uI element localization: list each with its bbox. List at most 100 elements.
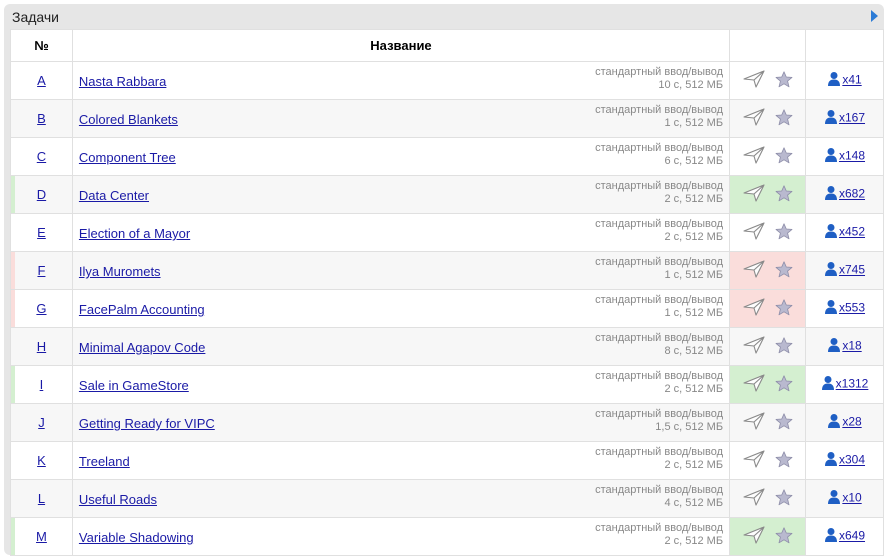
time-memory-limits: 1 с, 512 МБ: [664, 269, 724, 281]
paper-plane-icon[interactable]: [742, 146, 765, 167]
io-mode: стандартный ввод/вывод: [595, 256, 724, 268]
star-icon[interactable]: [775, 412, 793, 433]
problem-actions-cell: [729, 99, 807, 138]
problem-name-link[interactable]: Sale in GameStore: [79, 378, 189, 393]
star-icon[interactable]: [775, 108, 793, 129]
io-mode: стандартный ввод/вывод: [595, 408, 724, 420]
problem-index-link[interactable]: F: [37, 263, 45, 278]
problem-name-cell: FacePalm Accounting стандартный ввод/выво…: [71, 289, 731, 328]
paper-plane-icon[interactable]: [742, 222, 765, 243]
problem-name-link[interactable]: Treeland: [79, 454, 130, 469]
solved-count-link[interactable]: x682: [839, 187, 865, 201]
solved-count-link[interactable]: x148: [839, 149, 865, 163]
problems-panel: Задачи № Название A Nasta Rabbara стандарт…: [4, 4, 884, 556]
solved-count-cell: x649: [805, 517, 884, 556]
io-mode: стандартный ввод/вывод: [595, 294, 724, 306]
star-icon[interactable]: [775, 336, 793, 357]
problem-name-link[interactable]: Variable Shadowing: [79, 530, 194, 545]
time-memory-limits: 8 с, 512 МБ: [664, 345, 724, 357]
problem-name-link[interactable]: Nasta Rabbara: [79, 74, 166, 89]
solved-count-link[interactable]: x28: [842, 415, 861, 429]
problem-index-link[interactable]: C: [37, 149, 46, 164]
problem-limits: стандартный ввод/вывод 1,5 с, 512 МБ: [595, 408, 723, 434]
problem-index-link[interactable]: M: [36, 529, 47, 544]
solved-count-link[interactable]: x167: [839, 111, 865, 125]
problem-name-link[interactable]: Getting Ready for VIPC: [79, 416, 215, 431]
paper-plane-icon[interactable]: [742, 488, 765, 509]
star-icon[interactable]: [775, 526, 793, 547]
problem-index-cell: H: [10, 327, 73, 366]
star-icon[interactable]: [775, 450, 793, 471]
user-icon: [824, 147, 838, 166]
solved-count-cell: x553: [805, 289, 884, 328]
paper-plane-icon[interactable]: [742, 336, 765, 357]
problem-name-link[interactable]: Colored Blankets: [79, 112, 178, 127]
problem-index-link[interactable]: D: [37, 187, 46, 202]
problem-index-cell: D: [10, 175, 73, 214]
paper-plane-icon[interactable]: [742, 374, 765, 395]
problem-name-link[interactable]: Ilya Muromets: [79, 264, 161, 279]
io-mode: стандартный ввод/вывод: [595, 446, 724, 458]
star-icon[interactable]: [775, 298, 793, 319]
solved-count-link[interactable]: x649: [839, 529, 865, 543]
table-row: D Data Center стандартный ввод/вывод 2 с, 5…: [10, 175, 884, 214]
star-icon[interactable]: [775, 488, 793, 509]
paper-plane-icon[interactable]: [742, 412, 765, 433]
paper-plane-icon[interactable]: [742, 108, 765, 129]
problem-index-link[interactable]: G: [36, 301, 46, 316]
star-icon[interactable]: [775, 184, 793, 205]
problem-limits: стандартный ввод/вывод 4 с, 512 МБ: [595, 484, 723, 510]
problem-name-link[interactable]: Useful Roads: [79, 492, 157, 507]
table-row: B Colored Blankets стандартный ввод/вывод 1…: [10, 99, 884, 138]
io-mode: стандартный ввод/вывод: [595, 484, 724, 496]
table-row: K Treeland стандартный ввод/вывод 2 с, 512 …: [10, 441, 884, 480]
table-header: № Название: [10, 29, 884, 62]
paper-plane-icon[interactable]: [742, 260, 765, 281]
problem-index-link[interactable]: I: [40, 377, 44, 392]
problem-name-link[interactable]: Election of a Mayor: [79, 226, 190, 241]
column-header-number: №: [10, 29, 73, 62]
table-row: E Election of a Mayor стандартный ввод/выв…: [10, 213, 884, 252]
problem-index-link[interactable]: K: [37, 453, 46, 468]
star-icon[interactable]: [775, 222, 793, 243]
time-memory-limits: 1 с, 512 МБ: [664, 117, 724, 129]
problem-name-link[interactable]: Minimal Agapov Code: [79, 340, 205, 355]
problem-index-link[interactable]: H: [37, 339, 46, 354]
solved-count-link[interactable]: x745: [839, 263, 865, 277]
panel-title: Задачи: [12, 9, 60, 25]
problem-name-link[interactable]: Data Center: [79, 188, 149, 203]
paper-plane-icon[interactable]: [742, 184, 765, 205]
paper-plane-icon[interactable]: [742, 450, 765, 471]
solved-count-link[interactable]: x10: [842, 491, 861, 505]
time-memory-limits: 10 с, 512 МБ: [658, 79, 724, 91]
solved-count-link[interactable]: x452: [839, 225, 865, 239]
solved-count-link[interactable]: x304: [839, 453, 865, 467]
problem-index-cell: G: [10, 289, 73, 328]
paper-plane-icon[interactable]: [742, 70, 765, 91]
problem-actions-cell: [729, 365, 807, 404]
problem-name-link[interactable]: Component Tree: [79, 150, 176, 165]
solved-count-link[interactable]: x553: [839, 301, 865, 315]
paper-plane-icon[interactable]: [742, 298, 765, 319]
column-header-actions: [729, 29, 807, 62]
star-icon[interactable]: [775, 374, 793, 395]
solved-count-cell: x28: [805, 403, 884, 442]
star-icon[interactable]: [775, 260, 793, 281]
problem-index-link[interactable]: L: [38, 491, 45, 506]
user-icon: [827, 337, 841, 356]
star-icon[interactable]: [775, 70, 793, 91]
solved-count-link[interactable]: x1312: [836, 377, 869, 391]
solved-count-link[interactable]: x41: [842, 73, 861, 87]
paper-plane-icon[interactable]: [742, 526, 765, 547]
problem-index-link[interactable]: B: [37, 111, 46, 126]
problem-index-link[interactable]: J: [38, 415, 45, 430]
triangle-right-icon[interactable]: [871, 10, 878, 22]
problem-actions-cell: [729, 213, 807, 252]
problem-index-link[interactable]: E: [37, 225, 46, 240]
table-row: H Minimal Agapov Code стандартный ввод/выв…: [10, 327, 884, 366]
problem-index-cell: M: [10, 517, 73, 556]
problem-name-link[interactable]: FacePalm Accounting: [79, 302, 205, 317]
solved-count-link[interactable]: x18: [842, 339, 861, 353]
problem-index-link[interactable]: A: [37, 73, 46, 88]
star-icon[interactable]: [775, 146, 793, 167]
